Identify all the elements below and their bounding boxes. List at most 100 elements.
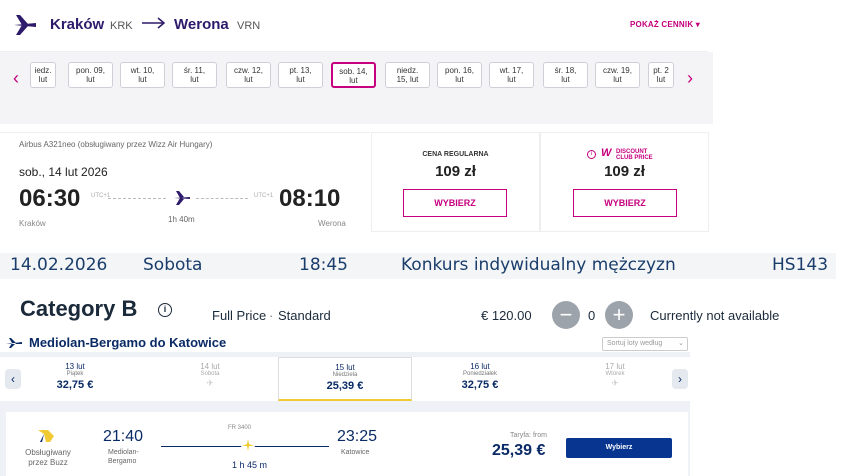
date-tab-date: 16 lut bbox=[470, 362, 490, 371]
date-tab-weekday: Piątek bbox=[66, 371, 84, 377]
date-option[interactable]: sob. 14, lut bbox=[331, 62, 376, 88]
info-icon[interactable]: i bbox=[158, 303, 172, 317]
date-option-month: lut bbox=[613, 75, 622, 84]
airplane-icon bbox=[174, 191, 190, 205]
date-option-day: wt. 10, bbox=[130, 66, 155, 75]
decrease-quantity-button[interactable]: − bbox=[552, 301, 580, 329]
wizz-panel: Kraków KRK Werona VRN POKAŻ CENNIK ▾ ‹ i… bbox=[0, 0, 715, 232]
arrow-right-icon bbox=[142, 17, 166, 29]
no-flights-icon: ✈ bbox=[206, 378, 214, 388]
date-option-day: czw. 12, bbox=[234, 66, 263, 75]
date-option-day: pt. 13, bbox=[289, 66, 312, 75]
date-tab-date: 14 lut bbox=[200, 362, 220, 371]
category-title: Category B bbox=[20, 296, 138, 321]
destination-code: VRN bbox=[237, 20, 261, 32]
event-time: 18:45 bbox=[299, 255, 348, 275]
date-tab-price: 32,75 € bbox=[56, 379, 94, 391]
flight-number: FR 3400 bbox=[228, 425, 252, 431]
date-tab-date: 13 lut bbox=[65, 362, 85, 371]
route-line bbox=[108, 198, 166, 199]
arrival-utc: UTC+1 bbox=[254, 193, 274, 199]
select-discount-button[interactable]: WYBIERZ bbox=[573, 189, 677, 217]
date-option-day: wt. 17, bbox=[499, 66, 524, 75]
date-tab[interactable]: 17 lut Wtorek ✈ bbox=[548, 357, 682, 401]
date-option[interactable]: pt. 2 lut bbox=[648, 62, 674, 88]
date-option-month: lut bbox=[349, 76, 358, 85]
departure-time: 21:40 bbox=[103, 428, 144, 445]
date-tab-date: 17 lut bbox=[605, 362, 625, 371]
date-option-day: iedz. bbox=[34, 66, 52, 75]
ryanair-harp-icon bbox=[38, 430, 54, 442]
date-option-month: lut bbox=[455, 75, 464, 84]
date-option[interactable]: wt. 10, lut bbox=[120, 62, 165, 88]
date-selector: ‹ iedz. lut pon. 09, lut wt. 10, lut śr. 11, lu… bbox=[0, 52, 713, 124]
date-option[interactable]: śr. 18, lut bbox=[543, 62, 588, 88]
airplane-icon bbox=[14, 15, 36, 35]
departure-airport-line2: Bergamo bbox=[108, 458, 137, 465]
select-regular-button[interactable]: WYBIERZ bbox=[403, 189, 507, 217]
date-option-day: śr. 11, bbox=[183, 66, 206, 75]
date-tab[interactable]: 13 lut Piątek 32,75 € bbox=[8, 357, 142, 401]
show-price-list-link[interactable]: POKAŻ CENNIK ▾ bbox=[630, 20, 700, 29]
date-option[interactable]: pt. 13, lut bbox=[278, 62, 323, 88]
info-icon[interactable]: i bbox=[587, 150, 596, 159]
flight-duration: 1h 40m bbox=[168, 215, 195, 224]
date-option-day: sob. 14, bbox=[339, 67, 368, 76]
chevron-right-icon[interactable]: › bbox=[672, 369, 688, 389]
quantity-value: 0 bbox=[588, 308, 596, 323]
date-tab-weekday: Wtorek bbox=[605, 371, 625, 377]
show-price-list-label: POKAŻ CENNIK bbox=[630, 20, 694, 29]
date-option-month: lut bbox=[656, 75, 666, 84]
date-carousel: ‹ 13 lut Piątek 32,75 €14 lut Sobota ✈ 15 lut… bbox=[0, 357, 690, 401]
event-weekday: Sobota bbox=[143, 255, 203, 275]
date-option[interactable]: niedz. 15, lut bbox=[385, 62, 430, 88]
no-flights-icon: ✈ bbox=[611, 378, 619, 388]
date-option-month: lut bbox=[190, 75, 199, 84]
arrival-time: 23:25 bbox=[337, 428, 378, 445]
flight-card[interactable]: Obsługiwany przez Buzz 21:40 Mediolan- B… bbox=[6, 412, 688, 476]
date-option-month: 15, lut bbox=[396, 75, 419, 84]
flight-price: 25,39 € bbox=[492, 442, 546, 459]
operator-label: Obsługiwany przez Buzz bbox=[24, 448, 72, 468]
flight-duration: 1 h 45 m bbox=[232, 460, 268, 470]
departure-time: 06:30 bbox=[19, 185, 81, 212]
origin-code: KRK bbox=[110, 20, 133, 32]
date-tab-price: 25,39 € bbox=[326, 380, 364, 392]
date-option[interactable]: wt. 17, lut bbox=[489, 62, 534, 88]
departure-city: Kraków bbox=[19, 219, 46, 228]
origin-city: Kraków bbox=[50, 16, 105, 33]
availability-status: Currently not available bbox=[650, 308, 780, 323]
date-option[interactable]: śr. 11, lut bbox=[172, 62, 217, 88]
date-tab-weekday: Sobota bbox=[200, 371, 220, 377]
date-tab-weekday: Niedziela bbox=[332, 372, 358, 378]
date-option-day: śr. 18, bbox=[554, 66, 577, 75]
date-tab[interactable]: 14 lut Sobota ✈ bbox=[143, 357, 277, 401]
sort-placeholder: Sortuj loty według bbox=[607, 340, 663, 347]
ticket-category: Category B i Full Price · Standard € 120… bbox=[0, 290, 861, 334]
date-option-day: niedz. bbox=[396, 66, 419, 75]
regular-fare: CENA REGULARNA 109 zł WYBIERZ bbox=[371, 132, 540, 232]
select-flight-button[interactable]: Wybierz bbox=[566, 438, 672, 458]
chevron-down-icon: ⌄ bbox=[678, 340, 684, 347]
fare-from-label: Taryfa: from bbox=[510, 432, 547, 439]
chevron-right-icon[interactable]: › bbox=[683, 68, 697, 89]
date-option-month: lut bbox=[561, 75, 570, 84]
regular-fare-label: CENA REGULARNA bbox=[422, 151, 489, 158]
date-option-day: czw. 19, bbox=[603, 66, 632, 75]
chevron-left-icon[interactable]: ‹ bbox=[9, 68, 23, 89]
increase-quantity-button[interactable]: + bbox=[605, 301, 633, 329]
date-option[interactable]: czw. 19, lut bbox=[595, 62, 640, 88]
event-name: Konkurs indywidualny mężczyzn bbox=[401, 255, 676, 275]
date-tab[interactable]: 15 lut Niedziela 25,39 € bbox=[278, 357, 412, 401]
date-tab-weekday: Poniedziałek bbox=[462, 371, 498, 377]
date-option[interactable]: iedz. lut bbox=[30, 62, 56, 88]
sort-select[interactable]: Sortuj loty według ⌄ bbox=[602, 337, 688, 351]
date-tab[interactable]: 16 lut Poniedziałek 32,75 € bbox=[413, 357, 547, 401]
arrival-city: Werona bbox=[318, 219, 346, 228]
date-option[interactable]: pon. 16, lut bbox=[437, 62, 482, 88]
date-option[interactable]: pon. 09, lut bbox=[68, 62, 113, 88]
event-row[interactable]: 14.02.2026 Sobota 18:45 Konkurs indywidu… bbox=[0, 253, 836, 279]
date-option-day: pon. 16, bbox=[445, 66, 474, 75]
date-option-day: pt. 2 bbox=[653, 66, 669, 75]
date-option[interactable]: czw. 12, lut bbox=[226, 62, 271, 88]
